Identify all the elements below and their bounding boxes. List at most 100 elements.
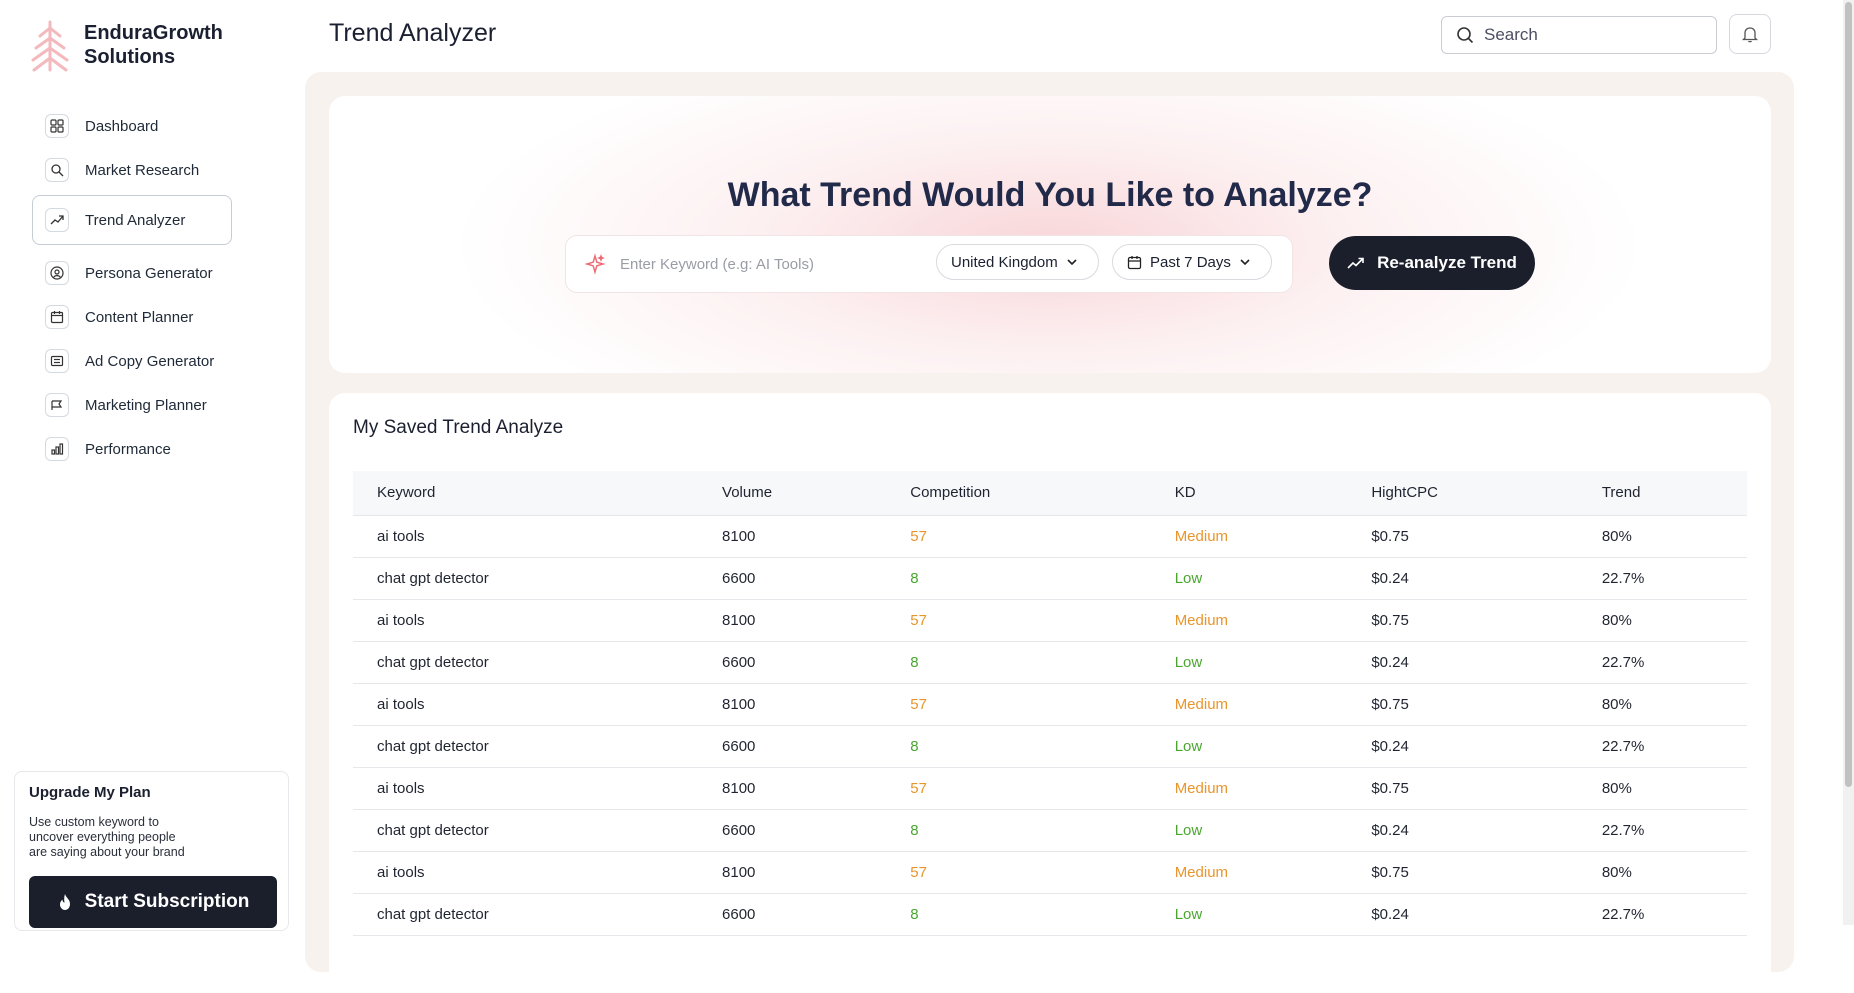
table-cell: 8 [886,725,1151,768]
sidebar-item-content-planner[interactable]: Content Planner [32,295,232,339]
search-box[interactable] [1441,16,1717,54]
table-cell: 6600 [698,725,887,768]
table-cell: Low [1150,893,1348,936]
table-cell: chat gpt detector [353,641,699,684]
table-row[interactable]: ai tools 8100 57 Medium $0.75 80% [353,851,1747,894]
sidebar-item-label: Performance [85,440,171,458]
table-cell: 8100 [698,851,887,894]
column-header[interactable]: Volume [698,471,887,516]
table-row[interactable]: chat gpt detector 6600 8 Low $0.24 22.7% [353,641,1747,684]
bell-icon [1741,27,1759,43]
sidebar-item-dashboard[interactable]: Dashboard [32,104,232,148]
search-icon [45,158,69,182]
chevron-down-icon [1067,259,1077,266]
column-header[interactable]: HightCPC [1347,471,1578,516]
search-icon [1457,27,1474,44]
table-cell: Medium [1150,851,1348,894]
table-cell: 22.7% [1577,557,1747,600]
chart-icon [45,437,69,461]
brand[interactable]: EnduraGrowth Solutions [28,18,223,72]
table-cell: 57 [886,767,1151,810]
country-select[interactable]: United Kingdom [936,244,1099,280]
table-row[interactable]: ai tools 8100 57 Medium $0.75 80% [353,515,1747,558]
page-title: Trend Analyzer [329,19,497,47]
table-cell: chat gpt detector [353,809,699,852]
table-cell: 8100 [698,683,887,726]
table-cell: $0.24 [1347,893,1578,936]
notifications-button[interactable] [1729,14,1771,54]
table-row[interactable]: chat gpt detector 6600 8 Low $0.24 22.7% [353,557,1747,600]
table-cell: 22.7% [1577,641,1747,684]
table-cell: Low [1150,725,1348,768]
sidebar-item-label: Marketing Planner [85,396,207,414]
table-cell: Medium [1150,515,1348,558]
table-row[interactable]: ai tools 8100 57 Medium $0.75 80% [353,599,1747,642]
table-row[interactable]: ai tools 8100 57 Medium $0.75 80% [353,683,1747,726]
table-cell: 6600 [698,557,887,600]
sidebar-item-trend-analyzer[interactable]: Trend Analyzer [32,195,232,245]
sidebar-item-performance[interactable]: Performance [32,427,232,471]
brand-name-line2: Solutions [84,46,176,68]
brand-name: EnduraGrowth Solutions [84,21,223,69]
table-cell: $0.24 [1347,557,1578,600]
table-cell: 57 [886,683,1151,726]
table-cell: 8 [886,641,1151,684]
table-cell: 8 [886,557,1151,600]
country-value: United Kingdom [951,253,1058,271]
upgrade-description-line: Use custom keyword to [29,815,159,829]
saved-trends-table: Keyword Volume Competition KD HightCPC Trend … [353,471,1747,936]
upgrade-description: Use custom keyword to uncover everything… [29,815,209,860]
chevron-down-icon [1240,259,1250,266]
sparkle-icon [584,253,606,275]
brand-name-line1: EnduraGrowth [84,22,223,44]
table-cell: $0.75 [1347,599,1578,642]
column-header[interactable]: Keyword [353,471,699,516]
column-header[interactable]: Competition [886,471,1151,516]
sidebar-nav: Dashboard Market Research Trend Analyzer… [32,104,232,471]
reanalyze-trend-button[interactable]: Re-analyze Trend [1329,236,1535,290]
table-header-row: Keyword Volume Competition KD HightCPC Trend [353,471,1747,516]
sidebar-item-marketing-planner[interactable]: Marketing Planner [32,383,232,427]
table-row[interactable]: ai tools 8100 57 Medium $0.75 80% [353,767,1747,810]
table-cell: $0.24 [1347,725,1578,768]
table-cell: 6600 [698,809,887,852]
table-cell: Low [1150,809,1348,852]
sidebar-item-ad-copy-generator[interactable]: Ad Copy Generator [32,339,232,383]
search-input[interactable] [1484,25,1684,45]
keyword-input[interactable] [620,255,920,273]
table-cell: 80% [1577,515,1747,558]
sidebar-item-market-research[interactable]: Market Research [32,148,232,192]
table-cell: ai tools [353,599,699,642]
table-cell: $0.24 [1347,641,1578,684]
hero-title: What Trend Would You Like to Analyze? [727,176,1373,214]
table-row[interactable]: chat gpt detector 6600 8 Low $0.24 22.7% [353,725,1747,768]
sidebar-item-persona-generator[interactable]: Persona Generator [32,251,232,295]
table-cell: $0.75 [1347,767,1578,810]
start-subscription-button[interactable]: Start Subscription [29,876,277,928]
table-cell: $0.75 [1347,851,1578,894]
table-cell: Medium [1150,683,1348,726]
table-cell: 22.7% [1577,725,1747,768]
megaphone-icon [45,393,69,417]
scrollbar-thumb[interactable] [1845,2,1852,787]
page-scrollbar[interactable] [1843,0,1854,925]
column-header[interactable]: Trend [1577,471,1747,516]
table-cell: 22.7% [1577,893,1747,936]
sidebar-item-label: Trend Analyzer [85,211,186,229]
table-cell: 8 [886,809,1151,852]
main-panel: What Trend Would You Like to Analyze? Un… [305,72,1794,993]
table-row[interactable]: chat gpt detector 6600 8 Low $0.24 22.7% [353,809,1747,852]
table-cell: 8 [886,893,1151,936]
table-cell: ai tools [353,683,699,726]
table-row[interactable]: chat gpt detector 6600 8 Low $0.24 22.7% [353,893,1747,936]
table-cell: Low [1150,641,1348,684]
table-cell: chat gpt detector [353,893,699,936]
period-select[interactable]: Past 7 Days [1112,244,1272,280]
upgrade-card: Upgrade My Plan Use custom keyword to un… [14,771,289,931]
column-header[interactable]: KD [1150,471,1348,516]
sidebar-item-label: Market Research [85,161,200,179]
table-cell: 57 [886,599,1151,642]
adcopy-icon [45,349,69,373]
table-cell: chat gpt detector [353,557,699,600]
start-subscription-label: Start Subscription [84,891,250,912]
